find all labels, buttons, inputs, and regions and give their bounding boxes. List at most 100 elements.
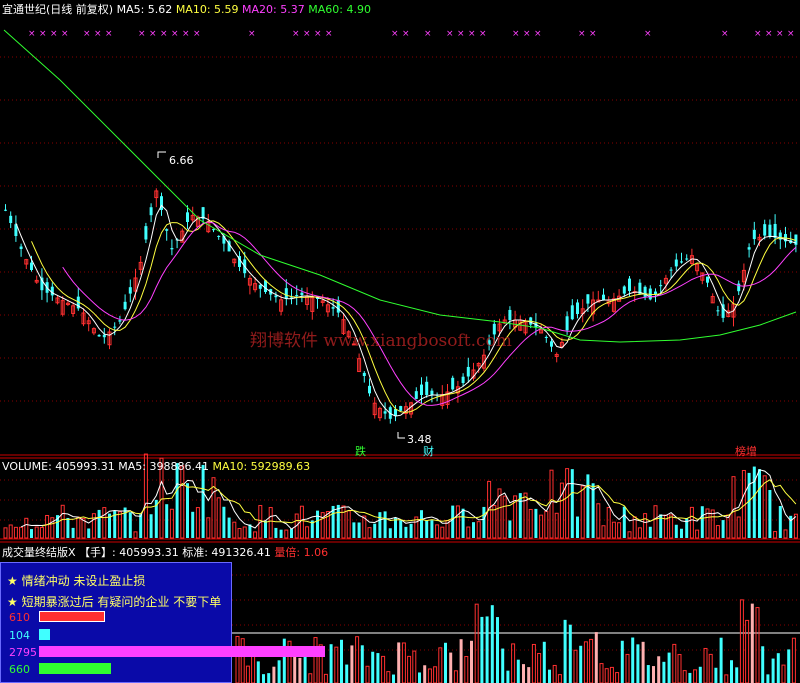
volume-bar: [117, 511, 122, 539]
volume-bar: [721, 520, 725, 538]
signal-marker: ×: [644, 29, 652, 39]
volume-bar: [570, 469, 574, 538]
candle-body: [295, 295, 299, 297]
candle-body: [430, 390, 434, 395]
candle-body: [414, 391, 418, 399]
signal-marker: ×: [589, 29, 597, 39]
candle-body: [685, 258, 689, 260]
signal-info-box: ★ 情绪冲动 未设止盈止损 ★ 短期暴涨过后 有疑问的企业 不要下单 610 1…: [0, 562, 325, 683]
stat-value-4: 660: [9, 663, 30, 676]
volume-bar: [180, 465, 185, 539]
indicator-bar: [579, 645, 583, 683]
indicator-bar: [537, 652, 542, 683]
indicator-bar: [423, 665, 427, 683]
candle-body: [149, 207, 153, 216]
signal-marker: ×: [512, 29, 520, 39]
volume-bar: [637, 527, 642, 539]
ma20-readout: MA20: 5.37: [242, 3, 305, 16]
indicator-bar: [688, 672, 692, 683]
volume-bar: [139, 514, 143, 538]
candle-body: [466, 366, 470, 377]
indicator-bar: [262, 674, 265, 683]
indicator-bar: [677, 654, 682, 683]
volume-bar: [695, 529, 700, 539]
signal-marker: ×: [182, 29, 190, 39]
volume-bar: [165, 504, 169, 538]
volume-bar: [3, 527, 8, 539]
volume-bar: [195, 507, 200, 539]
indicator-bar: [496, 617, 499, 683]
indicator-bar: [340, 639, 343, 683]
candle-body: [451, 377, 455, 390]
indicator-bar: [376, 653, 380, 683]
signal-marker: ×: [446, 29, 454, 39]
volume-bar: [752, 466, 756, 538]
event-tag: 跌: [355, 444, 366, 458]
indicator-bar: [662, 661, 666, 683]
candle-body: [128, 287, 132, 294]
volume-bar: [539, 514, 544, 539]
indicator-bar: [531, 643, 536, 683]
candle-body: [747, 247, 751, 250]
volume-bar: [680, 528, 683, 538]
volume-bar: [222, 506, 226, 538]
volume-bar: [87, 528, 91, 538]
volume-bar: [34, 526, 39, 539]
volume-bar: [175, 463, 179, 538]
volume-bar: [39, 526, 44, 539]
candle-body: [4, 209, 7, 211]
indicator-bar: [418, 672, 421, 683]
indicator-bar: [583, 641, 588, 683]
indicator-bar: [511, 643, 516, 683]
signal-marker: ×: [193, 29, 201, 39]
candle-body: [425, 381, 429, 395]
indicator-bar: [350, 645, 354, 683]
indicator-bar: [438, 647, 443, 683]
candle-body: [622, 286, 626, 294]
volume-bar: [606, 507, 611, 539]
candle-body: [97, 335, 101, 337]
volume-bar: [518, 493, 522, 538]
candle-body: [113, 326, 117, 328]
candle-body: [716, 310, 720, 312]
candle-body: [763, 224, 767, 236]
ma60-readout: MA60: 4.90: [308, 3, 371, 16]
indicator-bar: [329, 644, 333, 683]
indicator-bar: [516, 659, 520, 683]
candle-body: [274, 295, 278, 298]
volume-bar: [394, 517, 397, 538]
candle-body: [300, 292, 304, 296]
candle-body: [9, 215, 13, 223]
signal-marker: ×: [391, 29, 399, 39]
volume-bar: [346, 510, 351, 539]
indicator-bar: [392, 674, 395, 683]
volume-bar: [455, 505, 460, 539]
indicator-bar: [449, 652, 453, 683]
volume-bar: [378, 512, 382, 538]
volume-bar: [341, 505, 346, 539]
volume-bar: [97, 509, 101, 538]
volume-bar: [149, 514, 153, 538]
indicator-bar: [501, 648, 505, 683]
indicator-bar: [568, 624, 572, 683]
signal-marker: ×: [457, 29, 465, 39]
signal-marker: ×: [468, 29, 476, 39]
volume-ma10-readout: MA10: 592989.63: [212, 460, 311, 473]
candle-body: [19, 246, 23, 249]
indicator-bar: [464, 656, 469, 683]
volume-bar: [461, 508, 465, 538]
signal-marker: ×: [765, 29, 773, 39]
indicator-std: 标准: 491326.41: [182, 546, 271, 559]
candle-body: [186, 212, 189, 222]
signal-marker: ×: [94, 29, 102, 39]
signal-marker: ×: [787, 29, 795, 39]
volume-bar: [726, 514, 731, 539]
indicator-bar: [345, 664, 349, 683]
event-tag: 榜增: [735, 444, 757, 458]
indicator-bar: [412, 650, 417, 683]
signal-marker: ×: [578, 29, 586, 39]
volume-bar: [45, 514, 50, 539]
indicator-bar: [771, 658, 775, 683]
signal-marker: ×: [39, 29, 47, 39]
volume-bar: [425, 520, 429, 538]
